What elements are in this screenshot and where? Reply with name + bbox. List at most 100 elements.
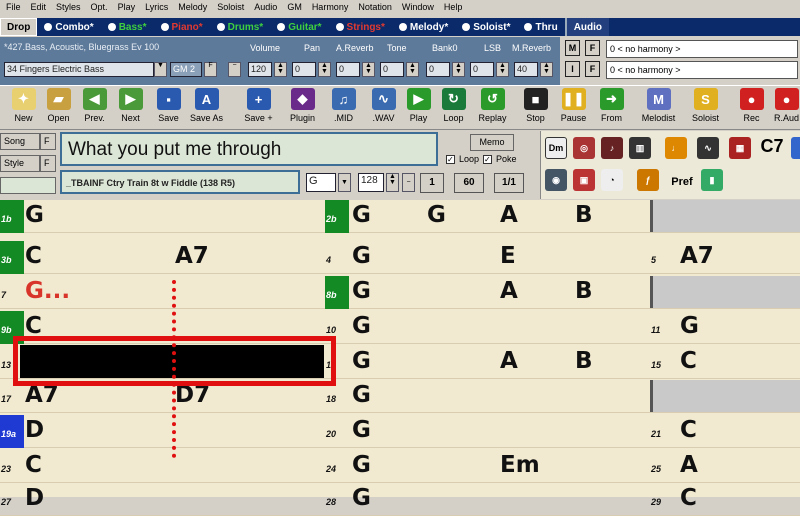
- toolbar-wav-button[interactable]: ∿ .WAV: [365, 88, 402, 128]
- key-dropdown-icon[interactable]: ▼: [338, 173, 351, 192]
- bank-field[interactable]: 0: [426, 62, 450, 77]
- menu-item[interactable]: Window: [398, 0, 440, 15]
- lsb-field[interactable]: 0: [470, 62, 494, 77]
- bank-spinner[interactable]: ▲ ▼: [452, 62, 465, 77]
- loop-checkbox[interactable]: ✓: [446, 154, 455, 164]
- chord-symbol[interactable]: G: [352, 348, 371, 374]
- menu-item[interactable]: GM: [283, 0, 308, 15]
- pan-field[interactable]: 0: [292, 62, 316, 77]
- instrument-dropdown-icon[interactable]: ▼: [154, 62, 167, 77]
- bar-number[interactable]: 21: [650, 415, 674, 448]
- chord-symbol[interactable]: G: [680, 313, 699, 339]
- tempo-spinner[interactable]: ▲ ▼: [386, 173, 399, 192]
- chord-symbol[interactable]: B: [575, 202, 593, 228]
- start-bar-button[interactable]: 1: [420, 173, 444, 193]
- toolbar-mid-button[interactable]: ♫ .MID: [325, 88, 362, 128]
- song-f-button[interactable]: F: [40, 133, 56, 150]
- guitar-icon[interactable]: ♪: [601, 137, 623, 159]
- instrument-button[interactable]: I: [565, 61, 580, 77]
- menu-item[interactable]: Opt.: [87, 0, 114, 15]
- bar-number[interactable]: 3b: [0, 241, 24, 274]
- toolbar-loop-button[interactable]: ↻ Loop: [435, 88, 472, 128]
- chord-symbol[interactable]: G: [427, 202, 446, 228]
- chord-symbol[interactable]: G: [352, 243, 371, 269]
- freeze-button[interactable]: F: [585, 40, 600, 56]
- chord-symbol[interactable]: A: [680, 452, 698, 478]
- bar-number[interactable]: 1b: [0, 200, 24, 233]
- chord-symbol[interactable]: G: [352, 382, 371, 408]
- key-select[interactable]: G: [306, 173, 336, 192]
- bar-number[interactable]: 15: [650, 346, 674, 379]
- toolbar-from-button[interactable]: ➜ From: [593, 88, 630, 128]
- timer-icon[interactable]: ◔: [601, 169, 623, 191]
- track-button[interactable]: Guitar*: [270, 18, 328, 36]
- chord-symbol[interactable]: G...: [25, 278, 70, 304]
- chord-symbol[interactable]: B: [575, 278, 593, 304]
- volume-field[interactable]: 120: [248, 62, 272, 77]
- reverb-spinner[interactable]: ▲ ▼: [362, 62, 375, 77]
- track-button[interactable]: Bass*: [101, 18, 154, 36]
- menu-item[interactable]: Harmony: [308, 0, 355, 15]
- chord-symbol[interactable]: G: [352, 278, 371, 304]
- chord-symbol[interactable]: A: [500, 202, 518, 228]
- chord-symbol[interactable]: A7: [680, 243, 714, 269]
- chord-symbol[interactable]: G: [352, 313, 371, 339]
- bar-number[interactable]: 25: [650, 450, 674, 483]
- volume-spinner[interactable]: ▲ ▼: [274, 62, 287, 77]
- instrument-select[interactable]: 34 Fingers Electric Bass: [4, 62, 154, 77]
- bar-number[interactable]: 5: [650, 241, 674, 274]
- mreverb-spinner[interactable]: ▲ ▼: [540, 62, 553, 77]
- menu-item[interactable]: Styles: [52, 0, 87, 15]
- audio-wave-icon[interactable]: ∿: [697, 137, 719, 159]
- toolbar-r-aud-button[interactable]: ● R.Aud: [768, 88, 800, 128]
- chord-symbol[interactable]: E: [500, 243, 516, 269]
- toolbar-next-button[interactable]: ▶ Next: [112, 88, 149, 128]
- note-icon[interactable]: ♩: [665, 137, 687, 159]
- bar-number[interactable]: 28: [325, 483, 349, 516]
- track-button[interactable]: Soloist*: [455, 18, 517, 36]
- bar-number[interactable]: 11: [650, 311, 674, 344]
- toolbar-open-button[interactable]: ▰ Open: [40, 88, 77, 128]
- chord-symbol[interactable]: G: [352, 485, 371, 511]
- toolbar-stop-button[interactable]: ■ Stop: [517, 88, 554, 128]
- piano-icon[interactable]: ▥: [629, 137, 651, 159]
- menu-item[interactable]: Audio: [250, 0, 283, 15]
- toolbar-pause-button[interactable]: ❚❚ Pause: [555, 88, 592, 128]
- lsb-spinner[interactable]: ▲ ▼: [496, 62, 509, 77]
- track-button[interactable]: Piano*: [154, 18, 210, 36]
- style-button[interactable]: Style: [0, 155, 40, 172]
- bar-number[interactable]: 20: [325, 415, 349, 448]
- audio-track-button[interactable]: Audio: [564, 18, 610, 36]
- style-name[interactable]: _TBAINF Ctry Train 8t w Fiddle (138 R5): [60, 170, 300, 194]
- chord-symbol[interactable]: C: [680, 348, 697, 374]
- toolbar-plugin-button[interactable]: ◆ Plugin: [284, 88, 321, 128]
- chord-symbol[interactable]: D: [25, 485, 44, 511]
- chord-symbol[interactable]: A: [500, 278, 518, 304]
- track-button[interactable]: Drums*: [210, 18, 271, 36]
- toolbar-soloist-button[interactable]: S Soloist: [687, 88, 724, 128]
- reverb-field[interactable]: 0: [336, 62, 360, 77]
- chord-symbol[interactable]: A7: [175, 243, 209, 269]
- chord-symbol[interactable]: D: [25, 417, 44, 443]
- toolbar-melodist-button[interactable]: M Melodist: [640, 88, 677, 128]
- chord-symbol[interactable]: C: [25, 243, 42, 269]
- tempo-field[interactable]: 128: [358, 173, 384, 192]
- gm-select[interactable]: GM 2: [170, 62, 202, 77]
- menu-item[interactable]: Edit: [27, 0, 53, 15]
- bar-number[interactable]: 2b: [325, 200, 349, 233]
- extra-icon[interactable]: ●: [791, 137, 800, 159]
- tone-field[interactable]: 0: [380, 62, 404, 77]
- bar-number[interactable]: 8b: [325, 276, 349, 309]
- chord-symbol[interactable]: G: [352, 202, 371, 228]
- toolbar-replay-button[interactable]: ↺ Replay: [474, 88, 511, 128]
- chord-symbol[interactable]: G: [352, 417, 371, 443]
- poke-checkbox[interactable]: ✓: [483, 154, 493, 164]
- track-button[interactable]: Melody*: [392, 18, 455, 36]
- menu-item[interactable]: File: [2, 0, 27, 15]
- mixer-icon[interactable]: ◎: [573, 137, 595, 159]
- gm-minus-icon[interactable]: −: [228, 62, 241, 77]
- end-bar-button[interactable]: 60: [454, 173, 484, 193]
- chord-symbol[interactable]: C: [25, 452, 42, 478]
- bar-number[interactable]: 24: [325, 450, 349, 483]
- chord-symbol[interactable]: A: [500, 348, 518, 374]
